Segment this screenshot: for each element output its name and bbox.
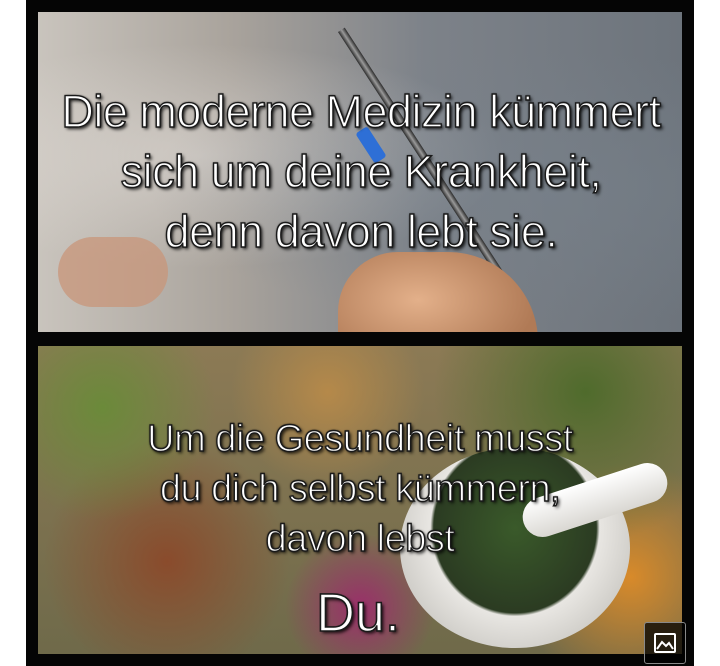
top-caption: Die moderne Medizin kümmert sich um dein… <box>36 82 686 262</box>
bottom-caption-line: davon lebst <box>265 517 456 560</box>
image-view-button[interactable] <box>644 622 686 664</box>
top-caption-line: denn davon lebt sie. <box>164 205 559 257</box>
bottom-caption: Um die Gesundheit musst du dich selbst k… <box>40 414 680 564</box>
doctor-hand <box>338 252 538 332</box>
top-caption-line: sich um deine Krankheit, <box>120 145 603 197</box>
bottom-caption-line: Um die Gesundheit musst <box>146 417 574 460</box>
top-caption-line: Die moderne Medizin kümmert <box>61 85 662 137</box>
bottom-caption-line: du dich selbst kümmern, <box>159 467 561 510</box>
image-icon <box>654 633 676 653</box>
emphasis-text: Du. <box>315 582 401 644</box>
